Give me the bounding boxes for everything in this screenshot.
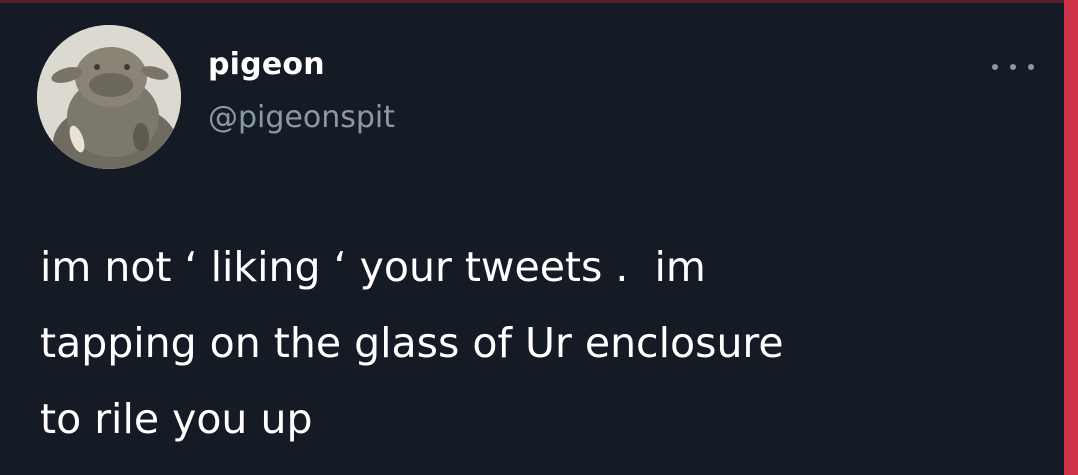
more-horizontal-icon [1010, 64, 1016, 70]
avatar-image [37, 25, 181, 169]
more-horizontal-icon [992, 64, 998, 70]
more-options-button[interactable] [992, 53, 1034, 81]
more-horizontal-icon [1028, 64, 1034, 70]
background-edge [1064, 0, 1078, 475]
tweet-text-line: tapping on the glass of Ur enclosure [40, 319, 784, 367]
avatar[interactable] [37, 25, 181, 169]
tweet-text: im not ‘ liking ‘ your tweets . im tappi… [40, 229, 1040, 457]
tweet-card: pigeon @pigeonspit im not ‘ liking ‘ you… [0, 3, 1064, 475]
tweet-text-line: to rile you up [40, 395, 313, 443]
tweet-text-line: im not ‘ liking ‘ your tweets . im [40, 243, 706, 291]
user-handle[interactable]: @pigeonspit [208, 100, 395, 135]
screenshot-frame: pigeon @pigeonspit im not ‘ liking ‘ you… [0, 0, 1078, 475]
display-name[interactable]: pigeon [208, 47, 325, 82]
